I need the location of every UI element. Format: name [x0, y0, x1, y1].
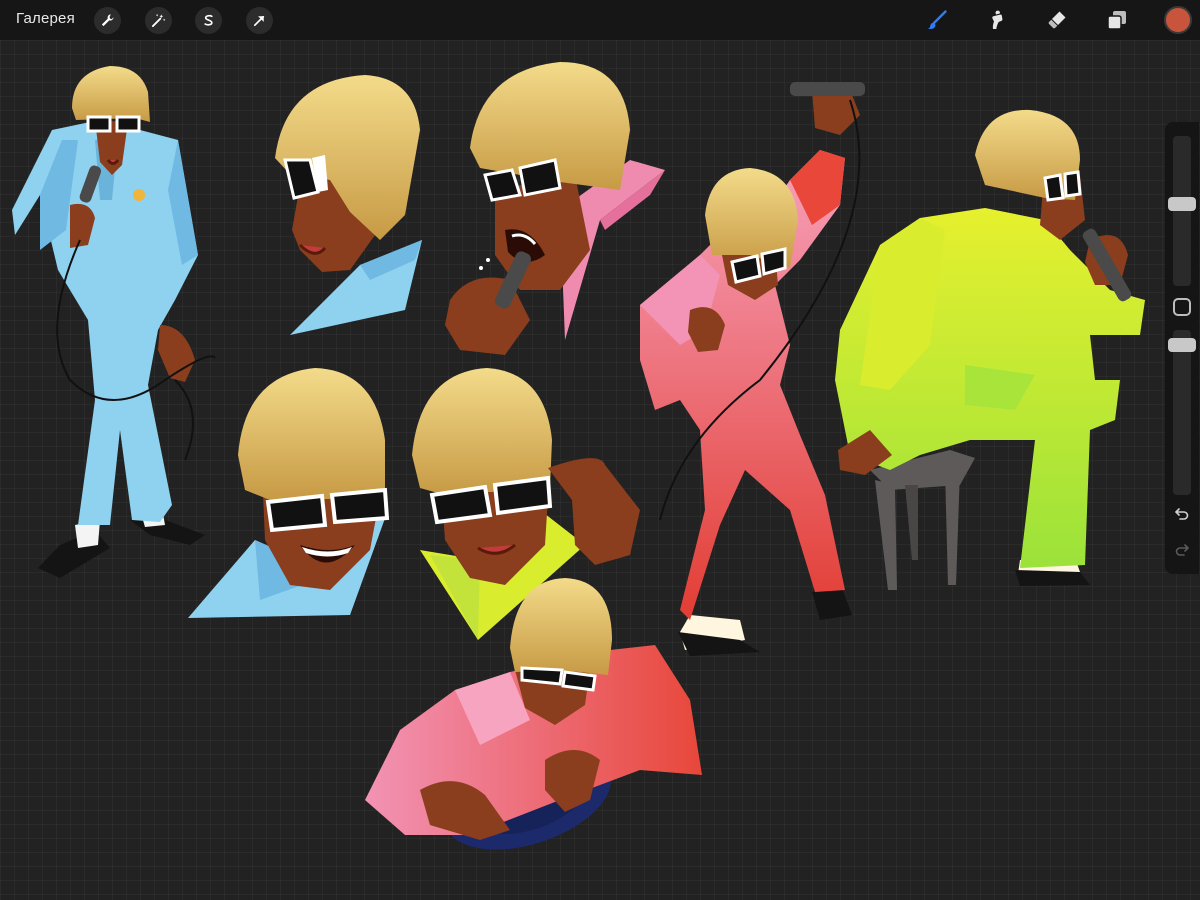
- undo-icon: [1174, 508, 1189, 520]
- brush-tool[interactable]: [924, 7, 950, 33]
- head-profile-blue-collar: [275, 75, 422, 335]
- head-yelling-pink-collar: [445, 62, 665, 355]
- brush-sliders-sidebar: [1165, 122, 1199, 574]
- figure-blue-suit: [12, 66, 216, 578]
- figure-pink-suit-dj: [365, 578, 702, 850]
- undo-button[interactable]: [1172, 504, 1192, 524]
- figure-pink-red-suit: [640, 82, 865, 656]
- gallery-button[interactable]: Галерея: [16, 10, 75, 27]
- figure-lime-suit-seated: [835, 109, 1145, 590]
- head-grinning-blue-collar: [188, 368, 390, 618]
- wrench-icon: [101, 14, 114, 27]
- modifier-square-icon[interactable]: [1173, 298, 1191, 316]
- selection-button[interactable]: [195, 7, 222, 34]
- arrow-cursor-icon: [253, 15, 265, 27]
- magic-wand-icon: [151, 13, 166, 28]
- actions-button[interactable]: [94, 7, 121, 34]
- character-sketch-artwork: [12, 62, 1145, 850]
- transform-button[interactable]: [246, 7, 273, 34]
- color-picker-button[interactable]: [1164, 6, 1192, 34]
- redo-icon: [1175, 544, 1190, 556]
- smudge-icon: [992, 10, 1003, 29]
- eraser-tool[interactable]: [1044, 7, 1070, 33]
- layers-icon: [1107, 11, 1126, 30]
- opacity-slider[interactable]: [1173, 330, 1191, 495]
- brush-icon: [928, 10, 947, 30]
- opacity-thumb[interactable]: [1168, 337, 1196, 352]
- layers-tool[interactable]: [1104, 7, 1130, 33]
- redo-button[interactable]: [1172, 540, 1192, 560]
- brush-size-thumb[interactable]: [1168, 197, 1196, 212]
- top-toolbar: Галерея: [0, 0, 1200, 40]
- eraser-icon: [1048, 11, 1066, 29]
- smudge-tool[interactable]: [983, 7, 1009, 33]
- adjustments-button[interactable]: [145, 7, 172, 34]
- drawing-canvas[interactable]: [0, 40, 1200, 900]
- selection-s-icon: [204, 14, 213, 26]
